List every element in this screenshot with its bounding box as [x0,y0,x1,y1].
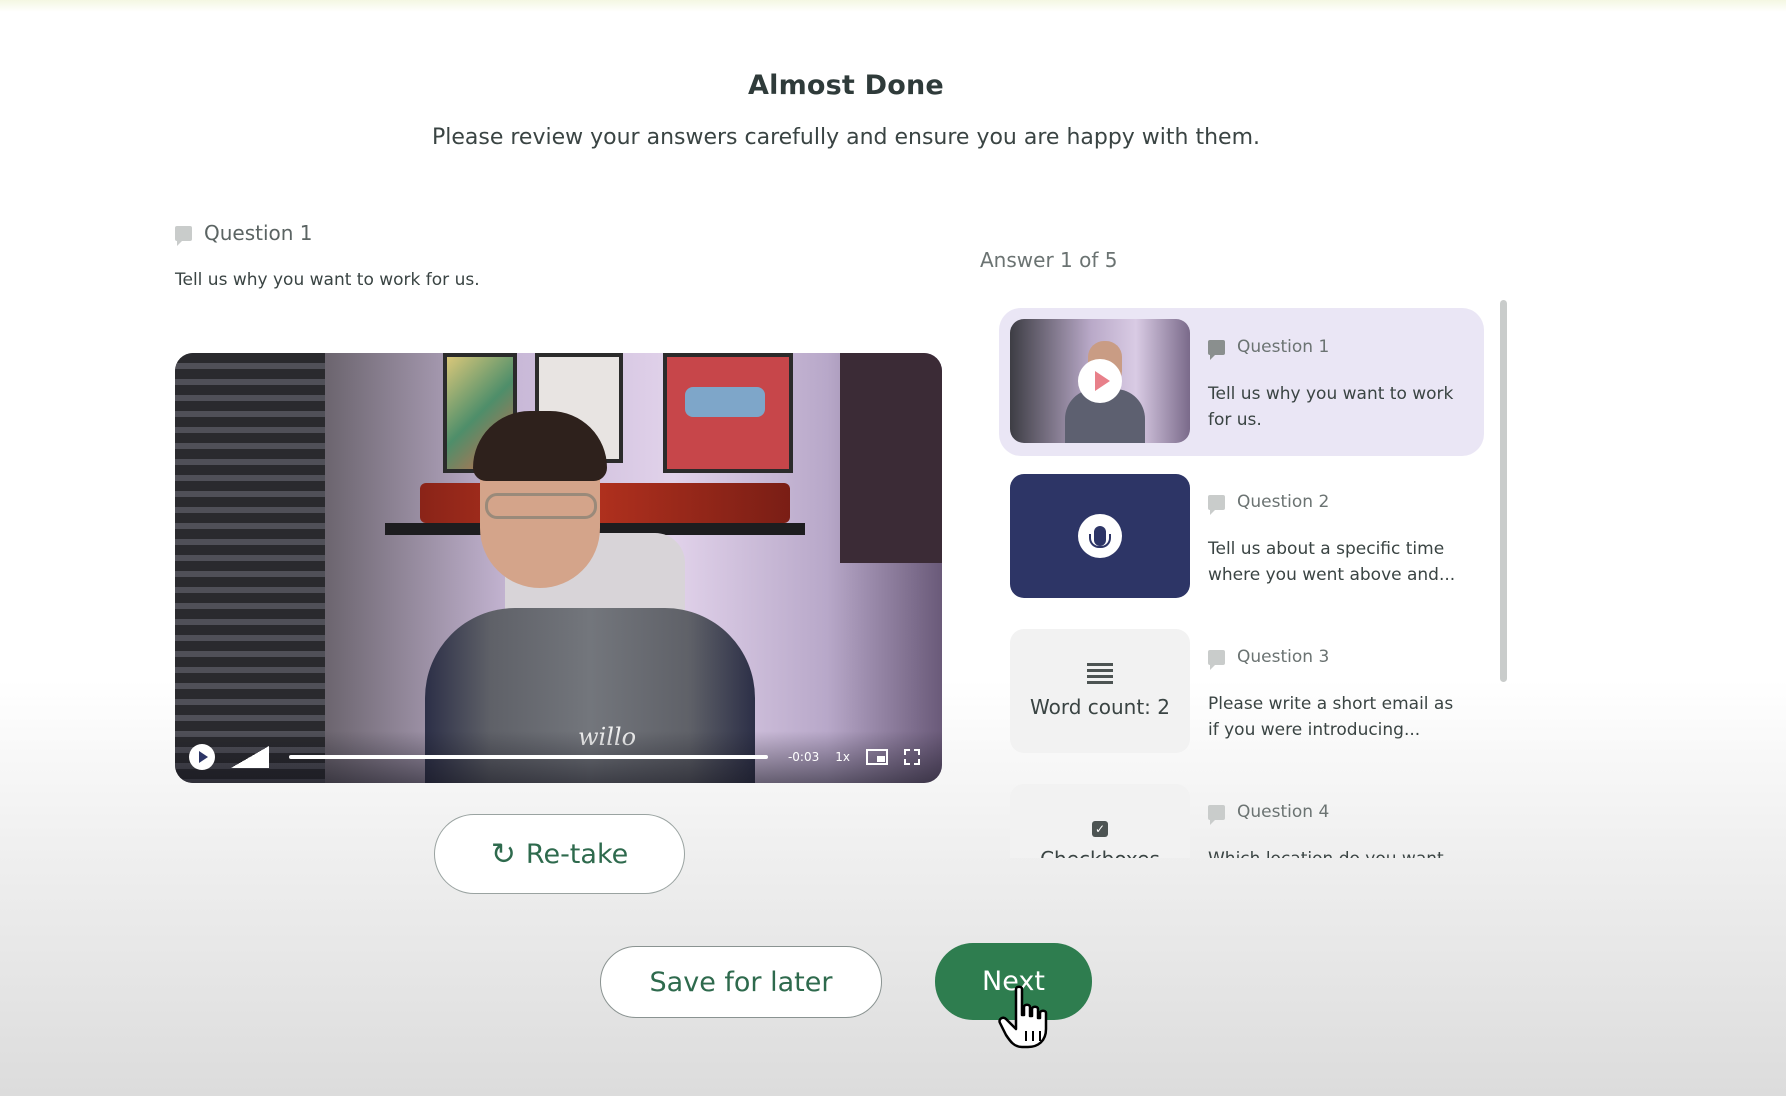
text-answer-thumbnail: Word count: 2 [1010,629,1190,753]
refresh-icon: ↻ [490,836,516,872]
hand-cursor-icon [998,985,1048,1049]
play-icon [1078,359,1122,403]
picture-in-picture-icon[interactable] [866,749,888,765]
word-count: Word count: 2 [1029,695,1170,719]
answer-counter: Answer 1 of 5 [980,248,1118,272]
audio-thumbnail [1010,474,1190,598]
page-subtitle: Please review your answers carefully and… [431,125,1261,150]
page-title: Almost Done [748,70,944,101]
play-icon[interactable] [189,744,215,770]
answer-card-2[interactable]: Question 2 Tell us about a specific time… [999,463,1484,611]
playback-speed-button[interactable]: 1x [835,750,850,764]
volume-icon[interactable] [231,746,269,768]
save-for-later-button[interactable]: Save for later [600,946,882,1018]
checkbox-icon: ✓ [1092,821,1108,837]
fullscreen-icon[interactable] [904,749,920,765]
progress-track[interactable] [289,755,768,759]
video-controls: -0:03 1x [175,731,942,783]
video-player[interactable]: willo -0:03 1x [175,353,942,783]
answer-card-1[interactable]: Question 1 Tell us why you want to work … [999,308,1484,456]
microphone-icon [1078,514,1122,558]
chat-icon [175,225,192,246]
answers-scrollbar[interactable] [1500,300,1507,682]
chat-icon [1208,649,1225,670]
current-question-label: Question 1 [175,221,313,246]
retake-button[interactable]: ↻ Re-take [434,814,685,894]
page-header: Almost Done Please review your answers c… [0,70,1692,150]
answer-card-3[interactable]: Word count: 2 Question 3 Please write a … [999,618,1484,766]
answers-list: Question 1 Tell us why you want to work … [980,290,1520,858]
checkboxes-label: Checkboxes [1040,847,1160,858]
text-lines-icon [1087,663,1113,685]
video-frame-detail [175,353,325,783]
chat-icon [1208,494,1225,515]
answer-card-4[interactable]: ✓ Checkboxes Question 4 Which location d… [999,773,1484,858]
chat-icon [1208,339,1225,360]
video-thumbnail [1010,319,1190,443]
chat-icon [1208,804,1225,825]
time-remaining: -0:03 [787,750,820,764]
checkbox-answer-thumbnail: ✓ Checkboxes [1010,784,1190,858]
top-accent-bar [0,0,1786,12]
current-question-text: Tell us why you want to work for us. [175,270,480,290]
